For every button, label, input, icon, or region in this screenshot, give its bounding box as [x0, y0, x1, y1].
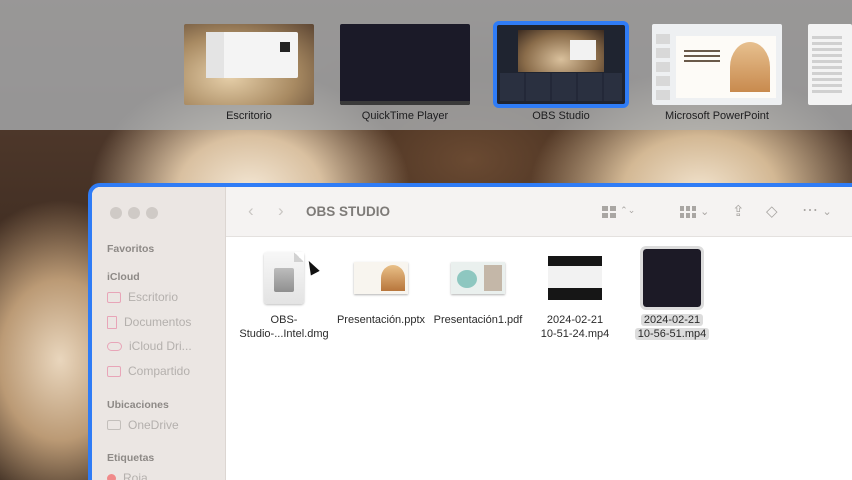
app-switcher: Escritorio QuickTime Player OBS Studio M…: [0, 0, 852, 130]
switcher-item-powerpoint[interactable]: Microsoft PowerPoint: [652, 24, 782, 122]
switcher-item-quicktime[interactable]: QuickTime Player: [340, 24, 470, 122]
sidebar-section-favorites: Favoritos: [107, 243, 155, 255]
finder-toolbar: ‹ › OBS STUDIO ⌃⌄ ⌄ ⇪ ◇ ⋯ ⌄: [226, 187, 852, 237]
sidebar-section-locations: Ubicaciones: [107, 399, 169, 411]
powerpoint-thumbnail: [652, 24, 782, 105]
quicktime-thumbnail: [340, 24, 470, 105]
file-name: 2024-02-21 10-51-24.mp4: [540, 314, 610, 340]
switcher-item-next-app[interactable]: [808, 24, 852, 105]
switcher-label: Escritorio: [226, 110, 272, 122]
switcher-item-obs-studio[interactable]: OBS Studio: [493, 21, 629, 122]
share-icon[interactable]: ⇪: [732, 202, 745, 220]
switcher-label: Microsoft PowerPoint: [665, 110, 769, 122]
sidebar-item-label: Documentos: [124, 315, 192, 329]
chevron-right-icon[interactable]: ›: [278, 201, 284, 221]
cloud-icon: [107, 341, 122, 351]
presentation-thumbnail-icon: [354, 262, 408, 294]
sidebar-item-compartido[interactable]: Compartido: [107, 364, 190, 378]
more-button[interactable]: ⋯ ⌄: [802, 200, 832, 220]
more-icon: ⋯: [802, 202, 818, 219]
switcher-item-escritorio[interactable]: Escritorio: [184, 24, 314, 122]
obs-thumbnail: [493, 21, 629, 108]
sidebar-section-icloud: iCloud: [107, 271, 140, 283]
file-item-pdf[interactable]: Presentación1.pdf: [430, 249, 526, 327]
sidebar-item-onedrive[interactable]: OneDrive: [107, 418, 179, 432]
file-name: Presentación.pptx: [336, 314, 426, 326]
video-thumbnail-icon: [548, 256, 602, 300]
sidebar-item-documentos[interactable]: Documentos: [107, 315, 191, 329]
sidebar-item-label: OneDrive: [128, 418, 179, 432]
tag-icon[interactable]: ◇: [766, 202, 778, 220]
file-name: Presentación1.pdf: [433, 314, 523, 326]
minimize-button[interactable]: [128, 207, 140, 219]
folder-icon: [107, 420, 121, 430]
icon-grid-icon: [602, 206, 616, 218]
sidebar-item-label: Compartido: [128, 364, 191, 378]
chevron-left-icon[interactable]: ‹: [248, 201, 254, 221]
file-name: 2024-02-21 10-56-51.mp4: [624, 313, 720, 341]
pdf-thumbnail-icon: [451, 262, 505, 294]
red-tag-icon: [107, 473, 116, 480]
file-item-video-2[interactable]: 2024-02-21 10-56-51.mp4: [624, 246, 720, 341]
sidebar-item-tag-roja[interactable]: Roja: [107, 471, 148, 480]
sidebar-item-icloud-drive[interactable]: iCloud Dri...: [107, 339, 192, 353]
desktop-thumbnail: [184, 24, 314, 105]
window-title: OBS STUDIO: [306, 204, 391, 219]
chevron-down-icon: ⌄: [700, 206, 710, 218]
chevron-down-icon: ⌄: [822, 206, 832, 218]
document-icon: [107, 315, 117, 329]
zoom-button[interactable]: [146, 207, 158, 219]
sidebar-item-label: iCloud Dri...: [129, 339, 192, 353]
close-button[interactable]: [110, 207, 122, 219]
group-button[interactable]: ⌄: [680, 205, 709, 222]
shared-folder-icon: [107, 365, 121, 377]
switcher-label: OBS Studio: [532, 110, 590, 122]
finder-window: Favoritos iCloud Escritorio Documentos i…: [88, 183, 852, 480]
file-item-dmg[interactable]: OBS- Studio-...Intel.dmg: [236, 249, 332, 341]
file-item-video-1[interactable]: 2024-02-21 10-51-24.mp4: [527, 249, 623, 341]
window-controls: [110, 207, 158, 219]
chevron-updown-icon: ⌃⌄: [620, 205, 636, 215]
sidebar-item-label: Roja: [123, 471, 148, 480]
file-name: OBS- Studio-...Intel.dmg: [239, 314, 329, 340]
icon-view-button[interactable]: ⌃⌄: [602, 205, 635, 222]
sidebar-item-escritorio[interactable]: Escritorio: [107, 290, 178, 304]
disk-image-icon: [264, 252, 304, 304]
desktop-icon: [107, 291, 121, 303]
group-grid-icon: [680, 206, 696, 218]
file-grid: OBS- Studio-...Intel.dmg Presentación.pp…: [226, 237, 852, 480]
file-item-pptx[interactable]: Presentación.pptx: [333, 249, 429, 327]
sidebar-section-tags: Etiquetas: [107, 452, 155, 464]
switcher-label: QuickTime Player: [361, 110, 449, 122]
app-thumbnail: [808, 24, 852, 105]
video-thumbnail-icon: [640, 246, 704, 310]
sidebar-item-label: Escritorio: [128, 290, 179, 304]
finder-sidebar: Favoritos iCloud Escritorio Documentos i…: [92, 187, 226, 480]
